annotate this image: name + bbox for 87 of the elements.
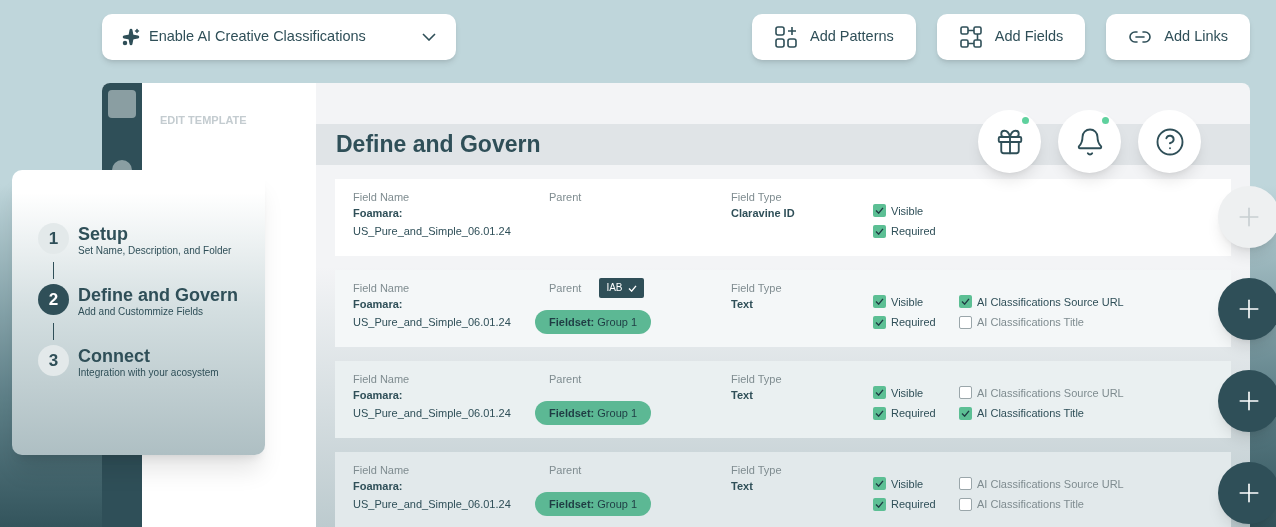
check-icon xyxy=(875,207,884,215)
field-name: US_Pure_and_Simple_06.01.24 xyxy=(353,315,511,330)
check-icon xyxy=(627,284,637,292)
checkbox[interactable] xyxy=(959,295,972,309)
step-subtitle: Integration with your acosystem xyxy=(78,367,219,379)
checkbox[interactable] xyxy=(959,477,972,491)
check-icon xyxy=(961,409,970,417)
checkbox[interactable] xyxy=(873,497,886,511)
field-label: Parent xyxy=(549,190,582,205)
add-button[interactable]: Add Links xyxy=(1106,13,1250,60)
step-number: 3 xyxy=(38,345,69,376)
check-icon xyxy=(875,318,884,326)
step-title: Connect xyxy=(78,345,151,367)
checkbox-label: Visible xyxy=(891,294,924,310)
checkbox[interactable] xyxy=(959,386,972,400)
field-type: Text xyxy=(731,479,753,494)
checkbox[interactable] xyxy=(873,204,886,218)
check-icon xyxy=(875,480,884,488)
checkbox-label: AI Classifications Source URL xyxy=(977,294,1124,310)
field-label: Field Name xyxy=(353,190,410,205)
add-button[interactable]: Add Patterns xyxy=(751,13,916,60)
checkbox-label: AI Classifications Source URL xyxy=(977,476,1124,492)
field-type: Claravine ID xyxy=(731,206,795,221)
field-name-prefix: Foamara: xyxy=(353,388,403,403)
check-icon xyxy=(875,409,884,417)
field-name-prefix: Foamara: xyxy=(353,479,403,494)
field-name: US_Pure_and_Simple_06.01.24 xyxy=(353,224,511,239)
check-icon xyxy=(875,500,884,508)
checkbox-label: Required xyxy=(891,224,936,240)
field-label: Parent xyxy=(549,463,582,478)
add-button[interactable]: Add Fields xyxy=(936,13,1086,60)
checkbox[interactable] xyxy=(873,406,886,420)
field-label: Field Type xyxy=(731,463,782,478)
field-type: Text xyxy=(731,388,753,403)
field-name-prefix: Foamara: xyxy=(353,206,403,221)
checkbox[interactable] xyxy=(873,386,886,400)
page-title: Define and Govern xyxy=(336,130,541,160)
field-label: Parent xyxy=(549,281,582,296)
step-number: 1 xyxy=(38,223,69,254)
nodes-icon xyxy=(958,24,983,49)
field-name: US_Pure_and_Simple_06.01.24 xyxy=(353,406,511,421)
checkbox-label: Visible xyxy=(891,385,924,401)
field-label: Field Type xyxy=(731,372,782,387)
checkbox[interactable] xyxy=(873,315,886,329)
checkbox-label: Required xyxy=(891,315,936,331)
field-name-prefix: Foamara: xyxy=(353,297,403,312)
check-icon xyxy=(875,389,884,397)
checkbox-label: AI Classifications Source URL xyxy=(977,385,1124,401)
chevron-down-icon xyxy=(422,32,436,41)
checkbox-label: Visible xyxy=(891,476,924,492)
step-title: Setup xyxy=(78,223,129,245)
checkbox-label: AI Classifications Title xyxy=(977,497,1084,513)
checkbox[interactable] xyxy=(959,406,972,420)
step-number: 2 xyxy=(38,284,69,315)
checkbox-label: AI Classifications Title xyxy=(977,315,1084,331)
field-label: Field Type xyxy=(731,281,782,296)
grid-plus-icon xyxy=(773,24,798,49)
check-icon xyxy=(875,227,884,235)
checkbox[interactable] xyxy=(873,295,886,309)
field-label: Field Name xyxy=(353,281,410,296)
field-label: Field Name xyxy=(353,463,410,478)
step-subtitle: Add and Custommize Fields xyxy=(78,306,205,318)
tag[interactable]: IAB xyxy=(599,278,644,298)
sparkle-icon xyxy=(122,27,140,46)
field-label: Field Type xyxy=(731,190,782,205)
field-label: Field Name xyxy=(353,372,410,387)
fieldset-chip[interactable]: Fieldset: Group 1 xyxy=(535,310,652,334)
check-icon xyxy=(875,298,884,306)
fieldset-chip[interactable]: Fieldset: Group 1 xyxy=(535,492,652,516)
checkbox[interactable] xyxy=(959,315,972,329)
checkbox-label: Visible xyxy=(891,203,924,219)
fieldset-chip[interactable]: Fieldset: Group 1 xyxy=(535,401,652,425)
field-type: Text xyxy=(731,297,753,312)
ai-classifications-dropdown[interactable]: Enable AI Creative Classifications xyxy=(102,13,456,60)
checkbox-label: Required xyxy=(891,406,936,422)
step-title: Define and Govern xyxy=(78,284,239,306)
checkbox-label: Required xyxy=(891,497,936,513)
field-label: Parent xyxy=(549,372,582,387)
help-icon xyxy=(1154,126,1185,157)
checkbox[interactable] xyxy=(873,224,886,238)
check-icon xyxy=(961,298,970,306)
section-label: EDIT TEMPLATE xyxy=(160,114,247,126)
field-name: US_Pure_and_Simple_06.01.24 xyxy=(353,497,511,512)
checkbox-label: AI Classifications Title xyxy=(977,406,1084,422)
checkbox[interactable] xyxy=(873,477,886,491)
step-subtitle: Set Name, Description, and Folder xyxy=(78,245,232,257)
checkbox[interactable] xyxy=(959,497,972,511)
